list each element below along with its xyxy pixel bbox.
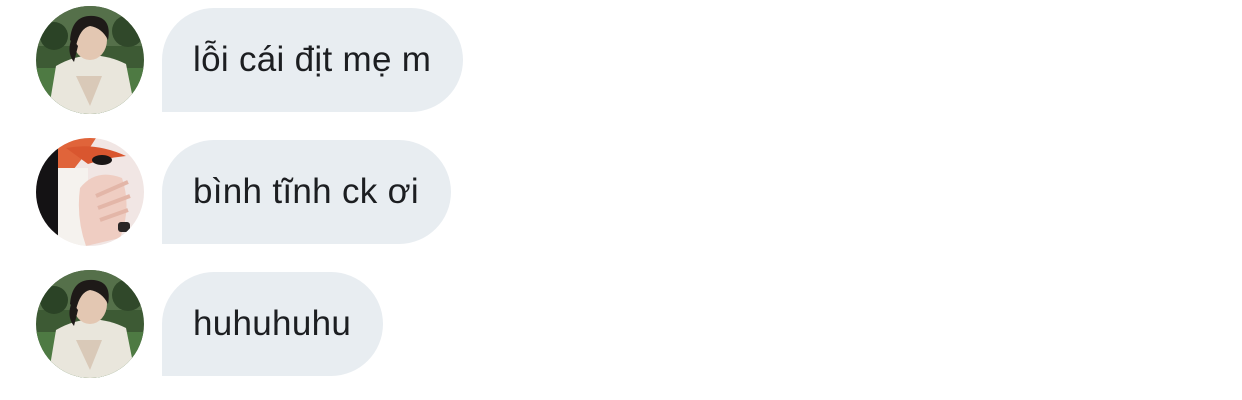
message-bubble[interactable]: huhuhuhu [162,272,384,376]
avatar[interactable] [36,6,144,114]
message-text: lỗi cái địt mẹ m [193,40,432,79]
message-row: huhuhuhu [36,270,384,378]
avatar-dark-hair-image [36,270,144,378]
avatar-dark-hair-image [36,6,144,114]
avatar[interactable] [36,270,144,378]
avatar-orange-hair-image [36,138,144,246]
message-text: bình tĩnh ck ơi [193,172,419,211]
message-row: lỗi cái địt mẹ m [36,6,464,114]
message-bubble[interactable]: bình tĩnh ck ơi [162,140,451,244]
message-row: bình tĩnh ck ơi [36,138,451,246]
avatar[interactable] [36,138,144,246]
message-thread: lỗi cái địt mẹ m bình tĩnh ck ơi huhuhuh… [0,0,1242,400]
message-text: huhuhuhu [193,304,352,343]
message-bubble[interactable]: lỗi cái địt mẹ m [162,8,464,112]
